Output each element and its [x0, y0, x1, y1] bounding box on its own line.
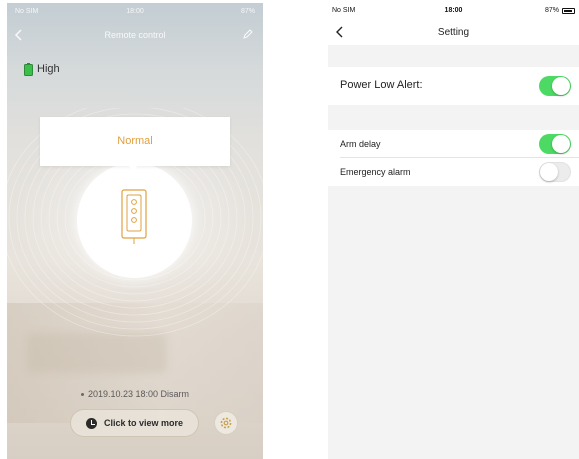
battery-level-label: High	[37, 63, 60, 75]
last-event: 2019.10.23 18:00 Disarm	[7, 389, 263, 399]
toggle-knob	[540, 163, 558, 181]
page-title: Remote control	[104, 30, 166, 40]
toggle-knob	[552, 77, 570, 95]
arm-delay-row: Arm delay	[328, 130, 579, 158]
emergency-alarm-label: Emergency alarm	[340, 167, 411, 177]
settings-button[interactable]	[214, 411, 238, 435]
power-low-alert-toggle[interactable]	[539, 76, 571, 96]
status-bar: No SIM 18:00 87%	[328, 3, 579, 19]
remote-control-screen: No SIM 18:00 87% Remote control High Nor…	[7, 3, 263, 459]
page-title: Setting	[437, 27, 470, 38]
remote-device-icon	[121, 189, 147, 244]
status-right-group: 87%	[545, 7, 575, 14]
navigation-bar: Setting	[328, 19, 579, 45]
battery-icon	[24, 62, 33, 76]
power-low-alert-row: Power Low Alert:	[328, 67, 579, 105]
battery-percent-text: 87%	[544, 7, 559, 14]
battery-icon	[562, 7, 575, 14]
clock-icon	[85, 417, 97, 429]
toggle-knob	[552, 135, 570, 153]
settings-icon	[220, 417, 232, 429]
status-popup: Normal	[40, 117, 230, 166]
status-text: Normal	[117, 135, 153, 147]
status-bar: No SIM 18:00 87%	[7, 3, 263, 21]
clock-text: 18:00	[126, 8, 144, 15]
arm-delay-label: Arm delay	[340, 139, 381, 149]
navigation-bar: Remote control	[7, 23, 263, 47]
power-low-alert-label: Power Low Alert:	[340, 79, 423, 91]
arm-delay-toggle[interactable]	[539, 134, 571, 154]
status-popup-pointer	[127, 164, 139, 171]
clock-text: 18:00	[444, 7, 463, 14]
settings-screen: No SIM 18:00 87% Setting Power Low Alert…	[328, 3, 579, 459]
battery-status: High	[24, 62, 60, 76]
event-bullet	[80, 393, 84, 397]
last-event-text: 2019.10.23 18:00 Disarm	[87, 389, 190, 399]
battery-percent-text: 87%	[240, 8, 255, 15]
edit-icon[interactable]	[243, 29, 253, 39]
background-bed	[27, 333, 167, 373]
emergency-alarm-row: Emergency alarm	[328, 158, 579, 186]
view-more-button[interactable]: Click to view more	[70, 409, 199, 437]
emergency-alarm-toggle[interactable]	[539, 162, 571, 182]
view-more-label: Click to view more	[103, 418, 184, 428]
